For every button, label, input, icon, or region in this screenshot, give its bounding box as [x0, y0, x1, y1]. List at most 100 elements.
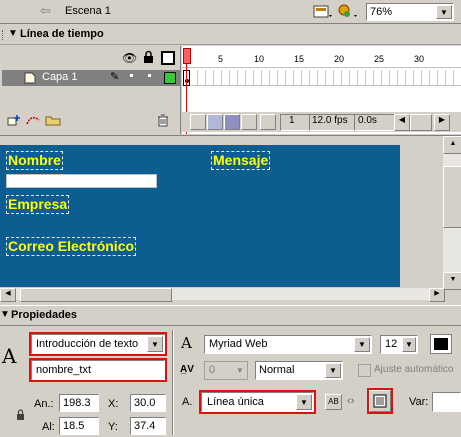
- auto-kern-label: Ajuste automático: [374, 364, 454, 375]
- insert-layer-icon[interactable]: [7, 114, 21, 129]
- nombre-input-field[interactable]: [6, 174, 157, 188]
- letter-spacing-icon: A̲V: [180, 364, 194, 375]
- label-mensaje[interactable]: Mensaje: [211, 151, 271, 170]
- hscroll-right-button[interactable]: ▶: [429, 288, 445, 302]
- insert-guide-icon[interactable]: [26, 114, 40, 129]
- stage[interactable]: Nombre Mensaje Empresa Correo Electrónic…: [0, 145, 400, 287]
- edit-multiple-icon[interactable]: [241, 114, 257, 130]
- trash-icon[interactable]: [157, 114, 169, 130]
- frame-status-bar: 1 12.0 fps 0.0s ◀ ▶: [182, 112, 461, 132]
- label-nombre[interactable]: Nombre: [6, 151, 63, 170]
- letter-spacing-input[interactable]: 0 ▼: [204, 361, 248, 380]
- onion-markers-icon[interactable]: [260, 114, 276, 130]
- edit-symbol-icon[interactable]: [312, 3, 334, 21]
- text-type-select[interactable]: Introducción de texto ▼: [29, 332, 167, 356]
- stage-hscrollbar[interactable]: ◀ ▶: [0, 288, 445, 302]
- properties-title: Propiedades: [11, 309, 78, 321]
- var-label: Var:: [409, 396, 429, 408]
- position-select[interactable]: Normal ▼: [255, 361, 343, 380]
- elapsed-time: 0.0s: [354, 114, 395, 131]
- show-border-icon[interactable]: [367, 388, 393, 414]
- layer-header-row: 👁: [0, 48, 181, 68]
- collapse-triangle-icon[interactable]: ▼: [0, 309, 10, 320]
- lock-icon[interactable]: [143, 50, 154, 66]
- frame-number: 25: [374, 54, 385, 64]
- frames-area[interactable]: 1 5 10 15 20 25 30 1 12.0 fps 0.0s ◀ ▶: [182, 46, 461, 134]
- timeline-header[interactable]: ▼ Línea de tiempo: [0, 25, 461, 45]
- lock-icon[interactable]: [16, 409, 25, 423]
- edit-scene-icon[interactable]: [337, 3, 359, 21]
- eye-icon[interactable]: 👁: [122, 51, 137, 65]
- layer-color-swatch[interactable]: [164, 72, 176, 84]
- font-select[interactable]: Myriad Web ▼: [204, 335, 372, 354]
- position-value: Normal: [259, 364, 295, 376]
- label-correo[interactable]: Correo Electrónico: [6, 237, 137, 256]
- insert-folder-icon[interactable]: [45, 114, 61, 129]
- font-size-input[interactable]: 12 ▼: [380, 335, 418, 354]
- layer-icon: [24, 72, 36, 87]
- line-type-value: Línea única: [207, 396, 264, 408]
- chevron-down-icon[interactable]: ▼: [402, 337, 416, 352]
- lock-dot-icon[interactable]: [148, 74, 151, 77]
- layer-panel: 👁 Capa 1 ✎: [0, 46, 181, 134]
- collapse-triangle-icon[interactable]: ▼: [8, 28, 18, 39]
- font-icon: A: [181, 334, 192, 352]
- chevron-down-icon[interactable]: ▼: [325, 363, 341, 378]
- auto-kern-checkbox[interactable]: [358, 364, 371, 377]
- outline-icon[interactable]: [161, 51, 175, 65]
- line-type-select[interactable]: Línea única ▼: [199, 390, 316, 414]
- height-input[interactable]: 18.5: [59, 417, 99, 435]
- frame-number: 20: [334, 54, 345, 64]
- hscroll-thumb[interactable]: [20, 288, 172, 302]
- layer-row[interactable]: Capa 1 ✎: [2, 70, 181, 86]
- back-arrow-icon[interactable]: ⇦: [40, 4, 54, 18]
- letter-spacing-value: 0: [209, 364, 216, 376]
- chevron-down-icon[interactable]: ▼: [147, 336, 163, 352]
- height-label: Al:: [42, 421, 55, 433]
- html-render-icon[interactable]: ‹›: [347, 395, 354, 407]
- text-tool-icon: A: [2, 344, 17, 368]
- divider: [172, 330, 174, 435]
- properties-header[interactable]: ▼ Propiedades: [0, 305, 461, 325]
- font-size-value: 12: [385, 338, 398, 350]
- chevron-down-icon[interactable]: ▼: [234, 363, 246, 378]
- chevron-down-icon[interactable]: ▼: [296, 394, 312, 410]
- x-label: X:: [108, 398, 119, 410]
- x-input[interactable]: 30.0: [130, 394, 166, 412]
- selectable-text-icon[interactable]: AB: [325, 394, 342, 410]
- scroll-left-button[interactable]: ◀: [394, 114, 410, 131]
- scroll-down-button[interactable]: ▼: [443, 272, 461, 290]
- frame-number: 10: [254, 54, 265, 64]
- vscroll-thumb[interactable]: [443, 166, 461, 228]
- scene-bar: ⇦ Escena 1 76% ▼: [0, 0, 461, 24]
- chevron-down-icon[interactable]: ▼: [436, 5, 452, 19]
- frame-row[interactable]: [182, 70, 461, 86]
- properties-panel: A Introducción de texto ▼ nombre_txt An.…: [0, 325, 461, 437]
- scene-name[interactable]: Escena 1: [65, 5, 111, 17]
- frame-number: 5: [218, 54, 224, 64]
- font-value: Myriad Web: [209, 338, 268, 350]
- scroll-right-button[interactable]: ▶: [434, 114, 450, 131]
- instance-name-input[interactable]: nombre_txt: [29, 358, 167, 382]
- text-type-value: Introducción de texto: [36, 338, 139, 350]
- timeline-title: Línea de tiempo: [20, 28, 104, 40]
- chevron-down-icon[interactable]: ▼: [354, 337, 370, 352]
- center-frame-icon[interactable]: [190, 114, 206, 130]
- y-input[interactable]: 37.4: [130, 417, 166, 435]
- onion-skin-icon[interactable]: [207, 114, 223, 130]
- text-color-swatch[interactable]: [430, 334, 452, 354]
- scroll-up-button[interactable]: ▲: [443, 136, 461, 154]
- zoom-select[interactable]: 76% ▼: [366, 3, 454, 21]
- stage-vscrollbar[interactable]: ▲ ▼: [443, 136, 461, 290]
- hscroll-left-button[interactable]: ◀: [0, 288, 16, 302]
- frame-rate: 12.0 fps: [309, 114, 355, 131]
- pencil-icon: ✎: [110, 71, 120, 83]
- label-empresa[interactable]: Empresa: [6, 195, 70, 214]
- onion-outline-icon[interactable]: [224, 114, 240, 130]
- var-input[interactable]: [432, 392, 461, 412]
- visible-dot-icon[interactable]: [130, 74, 133, 77]
- layer-name[interactable]: Capa 1: [42, 71, 77, 83]
- width-input[interactable]: 198.3: [59, 394, 99, 412]
- width-label: An.:: [34, 398, 54, 410]
- scroll-thumb[interactable]: [410, 114, 432, 131]
